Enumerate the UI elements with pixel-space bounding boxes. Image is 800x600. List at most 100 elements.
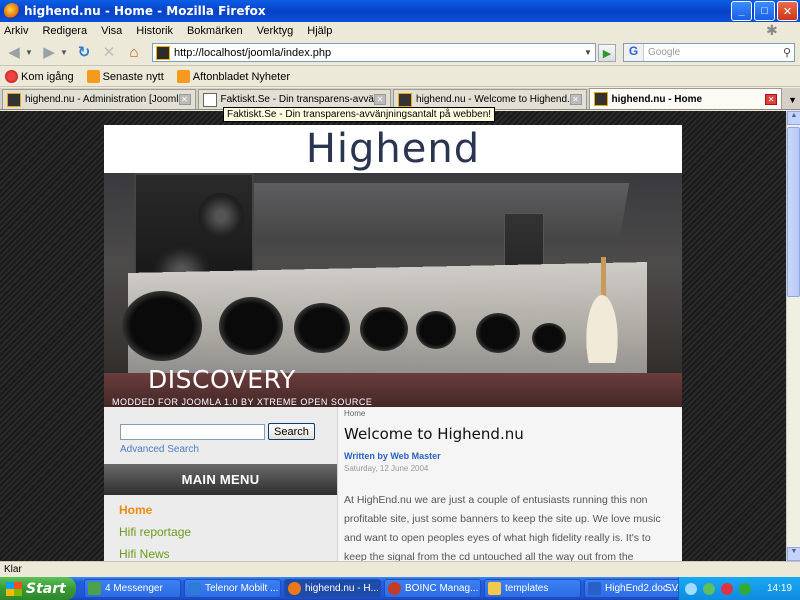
menu-item-hifi-news[interactable]: Hifi News bbox=[119, 547, 191, 561]
article-date: Saturday, 12 June 2004 bbox=[344, 464, 429, 473]
start-button[interactable]: Start bbox=[0, 577, 76, 600]
boinc-tray-icon[interactable] bbox=[721, 582, 733, 595]
site-search-button[interactable]: Search bbox=[268, 423, 315, 440]
hero-port bbox=[294, 303, 350, 353]
menu-item-hifi-reportage[interactable]: Hifi reportage bbox=[119, 525, 191, 539]
back-icon[interactable]: ◀ bbox=[3, 41, 25, 63]
article-title: Welcome to Highend.nu bbox=[344, 425, 524, 443]
menu-bokmarken[interactable]: Bokmärken bbox=[187, 25, 243, 37]
url-dropdown-icon[interactable]: ▼ bbox=[581, 48, 595, 57]
tab-home[interactable]: highend.nu - Home ✕ bbox=[588, 88, 783, 109]
page-scrollbar[interactable]: ▲ ▼ bbox=[786, 111, 800, 561]
go-button[interactable]: ▶ bbox=[598, 44, 616, 62]
url-text[interactable]: http://localhost/joomla/index.php bbox=[174, 47, 581, 59]
bookmark-kom-igang[interactable]: Kom igång bbox=[5, 70, 74, 83]
menu-redigera[interactable]: Redigera bbox=[42, 25, 87, 37]
network-icon[interactable] bbox=[703, 582, 715, 595]
joomla-favicon-icon bbox=[398, 92, 413, 107]
rss-icon bbox=[86, 70, 100, 83]
task-telenor[interactable]: Telenor Mobilt ... bbox=[184, 579, 281, 598]
search-bar[interactable]: G Google ⚲ bbox=[623, 43, 795, 62]
close-button[interactable]: ✕ bbox=[777, 1, 798, 21]
joomla-favicon-icon bbox=[7, 92, 21, 107]
messenger-tray-icon[interactable] bbox=[739, 582, 751, 595]
task-label: templates bbox=[505, 583, 549, 594]
rss-icon bbox=[176, 70, 190, 83]
hero-port bbox=[416, 311, 456, 349]
task-highend[interactable]: highend.nu - H... bbox=[284, 579, 381, 598]
tab-close-icon[interactable]: ✕ bbox=[178, 94, 191, 105]
joomla-favicon-icon bbox=[593, 92, 608, 106]
bookmark-label: Senaste nytt bbox=[102, 70, 164, 83]
task-label: Telenor Mobilt ... bbox=[205, 583, 279, 594]
hero-caption: DISCOVERY bbox=[148, 365, 296, 394]
menu-historik[interactable]: Historik bbox=[136, 25, 173, 37]
help-icon[interactable] bbox=[685, 582, 697, 595]
site-search: Search bbox=[120, 423, 315, 440]
language-indicator[interactable]: SV bbox=[665, 583, 678, 594]
scroll-thumb[interactable] bbox=[787, 127, 800, 297]
bookmarks-toolbar: Kom igång Senaste nytt Aftonbladet Nyhet… bbox=[0, 67, 800, 87]
boinc-icon bbox=[388, 582, 401, 595]
tab-administration[interactable]: highend.nu - Administration [Joomla!] ✕ bbox=[2, 89, 196, 109]
scroll-down-icon[interactable]: ▼ bbox=[787, 547, 800, 561]
task-label: 4 Messenger bbox=[105, 583, 163, 594]
hero-port bbox=[476, 313, 520, 353]
hero-port bbox=[532, 323, 566, 353]
stop-icon[interactable]: ✕ bbox=[98, 41, 120, 63]
list-all-tabs-icon[interactable]: ▼ bbox=[788, 95, 800, 105]
hero-image: DISCOVERY MODDED FOR JOOMLA 1.0 BY XTREM… bbox=[104, 173, 682, 407]
tab-label: highend.nu - Administration [Joomla!] bbox=[25, 94, 179, 105]
advanced-search-link[interactable]: Advanced Search bbox=[120, 444, 199, 455]
menu-arkiv[interactable]: Arkiv bbox=[4, 25, 28, 37]
tab-close-icon[interactable]: ✕ bbox=[374, 94, 387, 105]
task-templates[interactable]: templates bbox=[484, 579, 581, 598]
hero-port bbox=[360, 307, 408, 351]
task-boinc[interactable]: BOINC Manag... bbox=[384, 579, 481, 598]
menu-item-home[interactable]: Home bbox=[119, 503, 191, 517]
main-column: Home Welcome to Highend.nu Written by We… bbox=[338, 407, 682, 561]
tab-close-icon[interactable]: ✕ bbox=[765, 93, 778, 105]
start-label: Start bbox=[26, 580, 66, 597]
menu-verktyg[interactable]: Verktyg bbox=[257, 25, 294, 37]
minimize-button[interactable]: _ bbox=[731, 1, 752, 21]
site-logo[interactable]: Highend bbox=[306, 126, 480, 172]
home-icon[interactable]: ⌂ bbox=[123, 41, 145, 63]
firefox-icon bbox=[4, 3, 20, 19]
faktiskt-favicon-icon bbox=[202, 92, 217, 107]
bookmark-aftonbladet[interactable]: Aftonbladet Nyheter bbox=[176, 70, 290, 83]
navigation-toolbar: ◀ ▼ ▶ ▼ ↻ ✕ ⌂ http://localhost/joomla/in… bbox=[0, 39, 800, 66]
windows-logo-icon bbox=[6, 581, 22, 596]
tab-label: highend.nu - Home bbox=[611, 93, 703, 105]
windows-taskbar: Start 4 Messenger Telenor Mobilt ... hig… bbox=[0, 577, 800, 600]
main-menu: Home Hifi reportage Hifi News bbox=[119, 503, 191, 561]
menu-hjalp[interactable]: Hjälp bbox=[307, 25, 332, 37]
forward-dropdown-icon[interactable]: ▼ bbox=[60, 48, 70, 57]
tab-welcome[interactable]: highend.nu - Welcome to Highend.nu ✕ bbox=[393, 89, 587, 109]
search-engine-icon[interactable]: G bbox=[624, 44, 644, 61]
tab-faktiskt[interactable]: Faktiskt.Se - Din transparens-avvänjni..… bbox=[197, 89, 392, 109]
back-dropdown-icon[interactable]: ▼ bbox=[25, 48, 35, 57]
task-messenger[interactable]: 4 Messenger bbox=[84, 579, 181, 598]
scroll-up-icon[interactable]: ▲ bbox=[787, 111, 800, 125]
search-icon[interactable]: ⚲ bbox=[783, 46, 791, 59]
article-author: Written by Web Master bbox=[344, 451, 441, 461]
site-search-input[interactable] bbox=[120, 423, 265, 440]
folder-icon bbox=[488, 582, 501, 595]
hero-port bbox=[122, 291, 202, 361]
reload-icon[interactable]: ↻ bbox=[73, 41, 95, 63]
article-body: At HighEnd.nu we are just a couple of en… bbox=[344, 494, 661, 561]
url-bar[interactable]: http://localhost/joomla/index.php ▼ bbox=[152, 43, 596, 62]
bookmark-senaste-nytt[interactable]: Senaste nytt bbox=[86, 70, 164, 83]
site-body: Search Advanced Search MAIN MENU Home Hi… bbox=[104, 407, 682, 561]
search-placeholder[interactable]: Google bbox=[648, 47, 783, 58]
menu-visa[interactable]: Visa bbox=[101, 25, 122, 37]
firefox-icon bbox=[288, 582, 301, 595]
breadcrumb[interactable]: Home bbox=[344, 409, 682, 418]
window-titlebar: highend.nu - Home - Mozilla Firefox _ □ … bbox=[0, 0, 800, 22]
forward-icon[interactable]: ▶ bbox=[38, 41, 60, 63]
maximize-button[interactable]: □ bbox=[754, 1, 775, 21]
tab-close-icon[interactable]: ✕ bbox=[569, 94, 582, 105]
clock[interactable]: 14:19 bbox=[767, 583, 792, 594]
hero-guitar bbox=[582, 283, 622, 363]
